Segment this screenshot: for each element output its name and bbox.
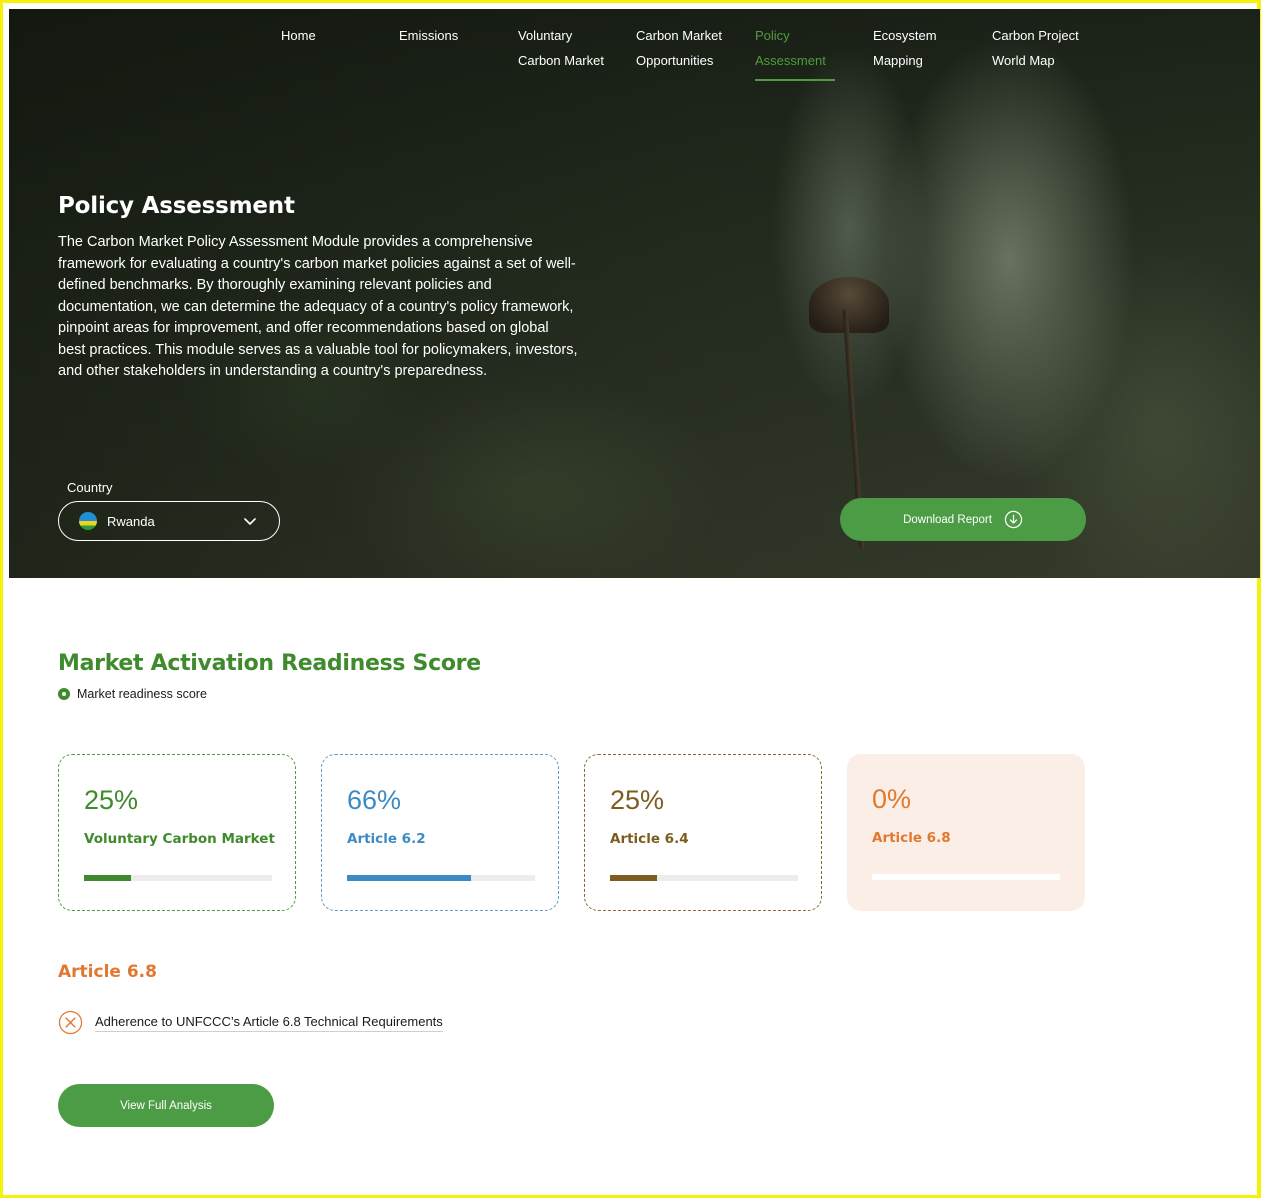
nav-item-policy-assessment[interactable]: Policy Assessment (755, 23, 873, 81)
nav-item-carbon-project-world-map[interactable]: Carbon Project World Map (992, 23, 1110, 73)
article-section-title: Article 6.8 (58, 962, 157, 982)
score-progress-fill (610, 875, 657, 881)
score-percent: 66% (347, 785, 402, 815)
nav-item-label: Opportunities (636, 53, 714, 68)
failed-x-icon (58, 1010, 83, 1035)
view-full-analysis-button[interactable]: View Full Analysis (58, 1084, 274, 1127)
score-name: Article 6.4 (610, 831, 689, 847)
requirement-text: Adherence to UNFCCC’s Article 6.8 Techni… (95, 1014, 443, 1032)
hero-banner: Home Emissions Voluntary Carbon Market C… (9, 9, 1260, 578)
score-progress-fill (84, 875, 131, 881)
download-report-label: Download Report (903, 513, 992, 526)
nav-item-label: Home (281, 28, 316, 43)
legend-dot-icon (58, 688, 70, 700)
score-name: Article 6.8 (872, 830, 951, 846)
score-name: Voluntary Carbon Market (84, 831, 275, 847)
nav-item-voluntary-carbon-market[interactable]: Voluntary Carbon Market (518, 23, 636, 73)
nav-item-ecosystem-mapping[interactable]: Ecosystem Mapping (873, 23, 991, 73)
nav-item-label: Assessment (755, 53, 826, 68)
page-title: Policy Assessment (58, 193, 295, 219)
page-frame: Home Emissions Voluntary Carbon Market C… (0, 0, 1261, 1198)
download-icon (1004, 510, 1023, 529)
score-card-voluntary-carbon-market[interactable]: 25% Voluntary Carbon Market (58, 754, 296, 911)
view-full-analysis-label: View Full Analysis (120, 1099, 212, 1112)
score-name: Article 6.2 (347, 831, 426, 847)
country-selected-value: Rwanda (107, 513, 155, 529)
nav-item-home[interactable]: Home (281, 23, 399, 48)
requirement-item: Adherence to UNFCCC’s Article 6.8 Techni… (58, 1010, 443, 1035)
score-percent: 0% (872, 784, 912, 814)
score-percent: 25% (610, 785, 665, 815)
nav-item-label: Policy (755, 28, 790, 43)
nav-item-label: Carbon Market (518, 53, 604, 68)
score-progress-track (610, 875, 798, 881)
nav-item-label: Carbon Project (992, 28, 1079, 43)
score-percent: 25% (84, 785, 139, 815)
readiness-section-title: Market Activation Readiness Score (58, 651, 481, 676)
active-tab-underline (755, 79, 835, 81)
nav-item-carbon-market-opportunities[interactable]: Carbon Market Opportunities (636, 23, 754, 73)
country-dropdown[interactable]: Rwanda (58, 501, 280, 541)
nav-item-label: Ecosystem (873, 28, 937, 43)
page-description: The Carbon Market Policy Assessment Modu… (58, 234, 578, 379)
nav-item-label: Voluntary (518, 28, 573, 43)
nav-item-label: World Map (992, 53, 1055, 68)
nav-item-emissions[interactable]: Emissions (399, 23, 517, 48)
score-progress-track (872, 874, 1060, 880)
score-progress-track (347, 875, 535, 881)
chevron-down-icon (244, 518, 256, 525)
legend-label: Market readiness score (77, 687, 207, 701)
download-report-button[interactable]: Download Report (840, 498, 1086, 541)
score-card-article-6-2[interactable]: 66% Article 6.2 (321, 754, 559, 911)
score-card-article-6-4[interactable]: 25% Article 6.4 (584, 754, 822, 911)
nav-item-label: Emissions (399, 28, 459, 43)
score-card-article-6-8[interactable]: 0% Article 6.8 (847, 754, 1085, 911)
readiness-legend: Market readiness score (58, 687, 207, 701)
top-navigation: Home Emissions Voluntary Carbon Market C… (9, 23, 1260, 83)
score-progress-track (84, 875, 272, 881)
country-label: Country (67, 480, 113, 495)
nav-item-label: Carbon Market (636, 28, 722, 43)
rwanda-flag-icon (79, 512, 97, 530)
score-progress-fill (347, 875, 472, 881)
nav-item-label: Mapping (873, 53, 923, 68)
